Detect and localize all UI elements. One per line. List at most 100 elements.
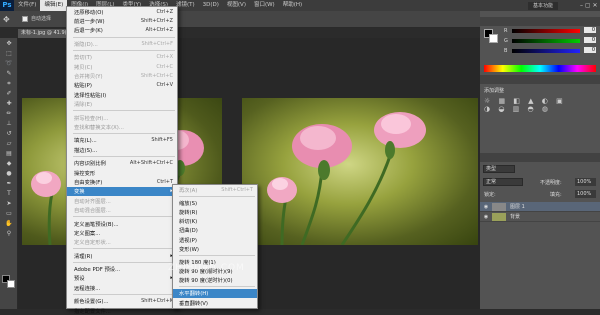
quick-select-icon[interactable]: ✎ (4, 69, 14, 78)
menu-item[interactable]: 指定配置文件... (67, 306, 177, 315)
history-brush-icon[interactable]: ↺ (4, 129, 14, 138)
edit-menu: 还原移动(O) Ctrl+Z 前进一步(W) Shift+Ctrl+Z 后退一步(K) A… (66, 6, 178, 315)
menu-item[interactable]: 远程连接... (67, 283, 177, 292)
eyedropper-icon[interactable]: ✐ (4, 89, 14, 98)
menu-window[interactable]: 窗口(W) (250, 0, 279, 11)
menu-item-shortcut: Shift+Ctrl+C (140, 73, 173, 80)
eye-icon[interactable]: ◉ (480, 204, 492, 210)
auto-select-checkbox[interactable] (22, 16, 28, 22)
menu-item[interactable]: 前进一步(W) Shift+Ctrl+Z (67, 16, 177, 25)
menu-item[interactable]: 预设▸ (67, 274, 177, 283)
menu-item-label: 拷贝(C) (74, 64, 93, 71)
hand-tool-icon[interactable]: ✋ (4, 219, 14, 228)
menu-item[interactable]: 定义自定形状... (67, 238, 177, 247)
menu-item-label: 前进一步(W) (74, 19, 105, 26)
eye-icon[interactable]: ◉ (480, 214, 492, 220)
menu-item[interactable]: 查找和替换文本(X)... (67, 122, 177, 131)
eraser-icon[interactable]: ▱ (4, 139, 14, 148)
menu-item[interactable]: 斜切(K) (173, 217, 257, 226)
menu-item-label: 垂直翻转(V) (179, 300, 208, 307)
b-value[interactable]: 0 (584, 47, 596, 53)
layer-row[interactable]: ◉ 图层 1 (480, 202, 600, 212)
r-slider[interactable] (512, 29, 580, 33)
menu-item[interactable]: 扭曲(D) (173, 226, 257, 235)
menu-item[interactable]: 描边(S)... (67, 145, 177, 154)
menu-3d[interactable]: 3D(D) (199, 0, 223, 11)
g-value[interactable]: 0 (584, 37, 596, 43)
zoom-tool-icon[interactable]: ⚲ (4, 229, 14, 238)
workspace-switcher[interactable]: 基本功能 (527, 1, 558, 10)
adjustment-icons[interactable]: ☼ ▦ ◧ ▲ ◐ ▣ ◑ ◒ ▥ ◓ ◍ (484, 97, 596, 119)
crop-tool-icon[interactable]: ⌗ (4, 79, 14, 88)
menu-item[interactable]: 变形(W) (173, 244, 257, 253)
menu-item-shortcut: Ctrl+Z (156, 8, 173, 15)
menu-item-label: 选择性粘贴(I) (74, 92, 107, 99)
r-value[interactable]: 0 (584, 27, 596, 33)
menu-item[interactable]: 自动混合图层... (67, 205, 177, 214)
healing-brush-icon[interactable]: ✚ (4, 99, 14, 108)
fill-input[interactable]: 100% (575, 190, 596, 198)
menu-item[interactable]: 内容识别比例 Alt+Shift+Ctrl+C (67, 158, 177, 167)
move-tool-icon[interactable]: ✥ (4, 39, 14, 48)
window-controls[interactable]: – ▢ ✕ (580, 2, 600, 9)
menu-item-shortcut: Ctrl+X (156, 54, 173, 61)
menu-separator (73, 50, 175, 52)
path-select-icon[interactable]: ➤ (4, 199, 14, 208)
menu-item[interactable]: 渐隐(D)... Shift+Ctrl+F (67, 39, 177, 48)
menu-item[interactable]: 拷贝(C) Ctrl+C (67, 62, 177, 71)
pen-tool-icon[interactable]: ✒ (4, 179, 14, 188)
menu-help[interactable]: 帮助(H) (279, 0, 306, 11)
dodge-tool-icon[interactable]: ● (4, 169, 14, 178)
menu-item[interactable]: 拼写检查(H)... (67, 113, 177, 122)
panel-background-swatch[interactable] (489, 34, 498, 43)
blur-tool-icon[interactable]: ◆ (4, 159, 14, 168)
menu-item[interactable]: 水平翻转(H) (173, 288, 257, 299)
lasso-tool-icon[interactable]: ➰ (4, 59, 14, 68)
menu-item[interactable]: 旋转(R) (173, 207, 257, 216)
menu-item[interactable]: 透视(P) (173, 235, 257, 244)
menu-item[interactable]: Adobe PDF 预设... (67, 264, 177, 273)
menu-item[interactable]: 清理(R)▸ (67, 251, 177, 260)
opacity-input[interactable]: 100% (575, 178, 596, 186)
menu-item[interactable]: 还原移动(O) Ctrl+Z (67, 7, 177, 16)
shape-tool-icon[interactable]: ▭ (4, 209, 14, 218)
menu-item-label: 透视(P) (179, 237, 197, 244)
menu-item[interactable]: 缩放(S) (173, 198, 257, 207)
menu-item[interactable]: 变换▸ (67, 186, 177, 197)
type-tool-icon[interactable]: T (4, 189, 14, 198)
brush-tool-icon[interactable]: ✏ (4, 109, 14, 118)
move-tool-icon[interactable]: ✥ (3, 15, 12, 24)
menu-item[interactable]: 合并拷贝(Y) Shift+Ctrl+C (67, 71, 177, 80)
menu-item[interactable]: 后退一步(K) Alt+Ctrl+Z (67, 26, 177, 35)
menu-item[interactable]: 自由变换(F) Ctrl+T (67, 177, 177, 186)
marquee-tool-icon[interactable]: ⬚ (4, 49, 14, 58)
menu-item[interactable]: 旋转 90 度(逆时针)(0) (173, 276, 257, 285)
menu-item[interactable]: 定义图案... (67, 228, 177, 237)
menu-item[interactable]: 操控变形 (67, 168, 177, 177)
menu-item[interactable]: 垂直翻转(V) (173, 298, 257, 307)
clone-stamp-icon[interactable]: ⊥ (4, 119, 14, 128)
background-color-swatch[interactable] (7, 280, 15, 288)
menu-view[interactable]: 视图(V) (223, 0, 250, 11)
menu-separator (73, 110, 175, 112)
layer-filter-select[interactable]: 类型 (483, 165, 515, 173)
menu-item[interactable]: 颜色设置(G)... Shift+Ctrl+K (67, 297, 177, 306)
menu-item[interactable]: 选择性粘贴(I) (67, 90, 177, 99)
layer-row[interactable]: ◉ 背景 (480, 212, 600, 222)
color-spectrum[interactable] (484, 65, 596, 72)
menu-item[interactable]: 填充(L)... Shift+F5 (67, 136, 177, 145)
carnation-image-right (267, 112, 426, 245)
menu-edit[interactable]: 编辑(E) (40, 0, 68, 11)
blend-mode-select[interactable]: 正常 (483, 178, 523, 186)
gradient-tool-icon[interactable]: ▤ (4, 149, 14, 158)
menu-item[interactable]: 再次(A) Shift+Ctrl+T (173, 185, 257, 194)
menu-item[interactable]: 清除(E) (67, 100, 177, 109)
menu-item[interactable]: 剪切(T) Ctrl+X (67, 53, 177, 62)
b-slider[interactable] (512, 49, 580, 53)
g-slider[interactable] (512, 39, 580, 43)
menu-file[interactable]: 文件(F) (14, 0, 40, 11)
menu-item[interactable]: 自动对齐图层... (67, 196, 177, 205)
menu-item[interactable]: 定义画笔预设(B)... (67, 219, 177, 228)
menu-item[interactable]: 粘贴(P) Ctrl+V (67, 81, 177, 90)
menu-separator (73, 133, 175, 135)
